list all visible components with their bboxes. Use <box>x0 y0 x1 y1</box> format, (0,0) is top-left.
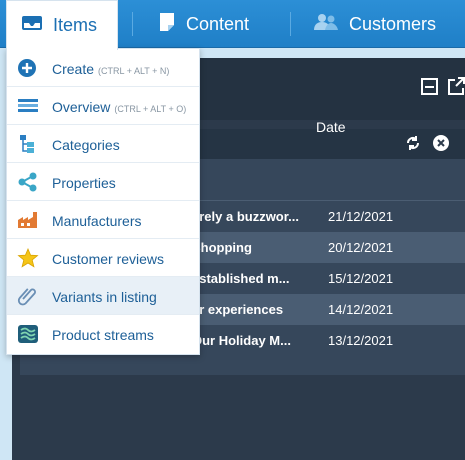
menu-item-product-streams[interactable]: Product streams <box>7 315 199 353</box>
paperclip-icon <box>17 286 39 306</box>
menu-item-label: Product streams <box>52 327 154 343</box>
tree-icon <box>17 134 39 154</box>
row-date: 14/12/2021 <box>328 302 394 317</box>
popout-icon[interactable] <box>446 76 465 96</box>
users-icon <box>313 12 339 37</box>
share-icon <box>17 172 39 192</box>
menu-item-categories[interactable]: Categories <box>7 125 199 163</box>
menu-item-label: Variants in listing <box>52 289 157 305</box>
shortcut-hint: (CTRL + ALT + N) <box>98 66 170 76</box>
menu-item-label: Overview (CTRL + ALT + O) <box>52 99 187 115</box>
row-date: 20/12/2021 <box>328 240 394 255</box>
nav-customers-label: Customers <box>349 13 437 34</box>
date-column-header[interactable]: Date <box>316 119 346 135</box>
streams-icon <box>17 324 39 344</box>
menu-item-overview[interactable]: Overview (CTRL + ALT + O) <box>7 87 199 125</box>
refresh-icon[interactable] <box>404 134 422 152</box>
row-title: Shopping <box>192 240 252 255</box>
row-date: 13/12/2021 <box>328 333 394 348</box>
menu-item-label: Categories <box>52 137 120 153</box>
factory-icon <box>17 210 39 230</box>
menu-item-manufacturers[interactable]: Manufacturers <box>7 201 199 239</box>
row-title: erely a buzzwor... <box>192 209 299 224</box>
document-icon <box>158 12 176 37</box>
close-icon[interactable] <box>432 134 450 152</box>
row-title: er experiences <box>192 302 284 317</box>
menu-item-variants-in-listing[interactable]: Variants in listing <box>7 277 199 315</box>
inbox-icon <box>21 14 43 37</box>
row-title: established m... <box>192 271 290 286</box>
items-dropdown-menu: Create (CTRL + ALT + N) Overview (CTRL + A… <box>6 48 200 355</box>
row-date: 15/12/2021 <box>328 271 394 286</box>
menu-item-label: Properties <box>52 175 116 191</box>
nav-divider <box>290 12 291 36</box>
minimize-icon[interactable] <box>420 76 440 96</box>
nav-items-tab[interactable]: Items <box>6 0 118 50</box>
nav-content-label: Content <box>186 13 250 34</box>
menu-item-properties[interactable]: Properties <box>7 163 199 201</box>
menu-item-create[interactable]: Create (CTRL + ALT + N) <box>7 49 199 87</box>
star-icon <box>17 247 39 268</box>
menu-item-label: Create (CTRL + ALT + N) <box>52 61 170 77</box>
nav-items-label: Items <box>53 15 98 35</box>
menu-item-customer-reviews[interactable]: Customer reviews <box>7 239 199 277</box>
menu-item-label: Customer reviews <box>52 251 165 267</box>
menu-item-label: Manufacturers <box>52 213 142 229</box>
row-date: 21/12/2021 <box>328 209 394 224</box>
list-icon <box>17 96 39 116</box>
top-navigation-bar: Items Content Customers <box>0 0 465 50</box>
nav-customers-tab[interactable]: Customers <box>313 0 436 48</box>
nav-divider <box>132 12 133 36</box>
row-title: Our Holiday M... <box>192 333 291 348</box>
plus-circle-icon <box>17 58 39 78</box>
shortcut-hint: (CTRL + ALT + O) <box>114 104 187 114</box>
nav-content-tab[interactable]: Content <box>158 0 249 48</box>
